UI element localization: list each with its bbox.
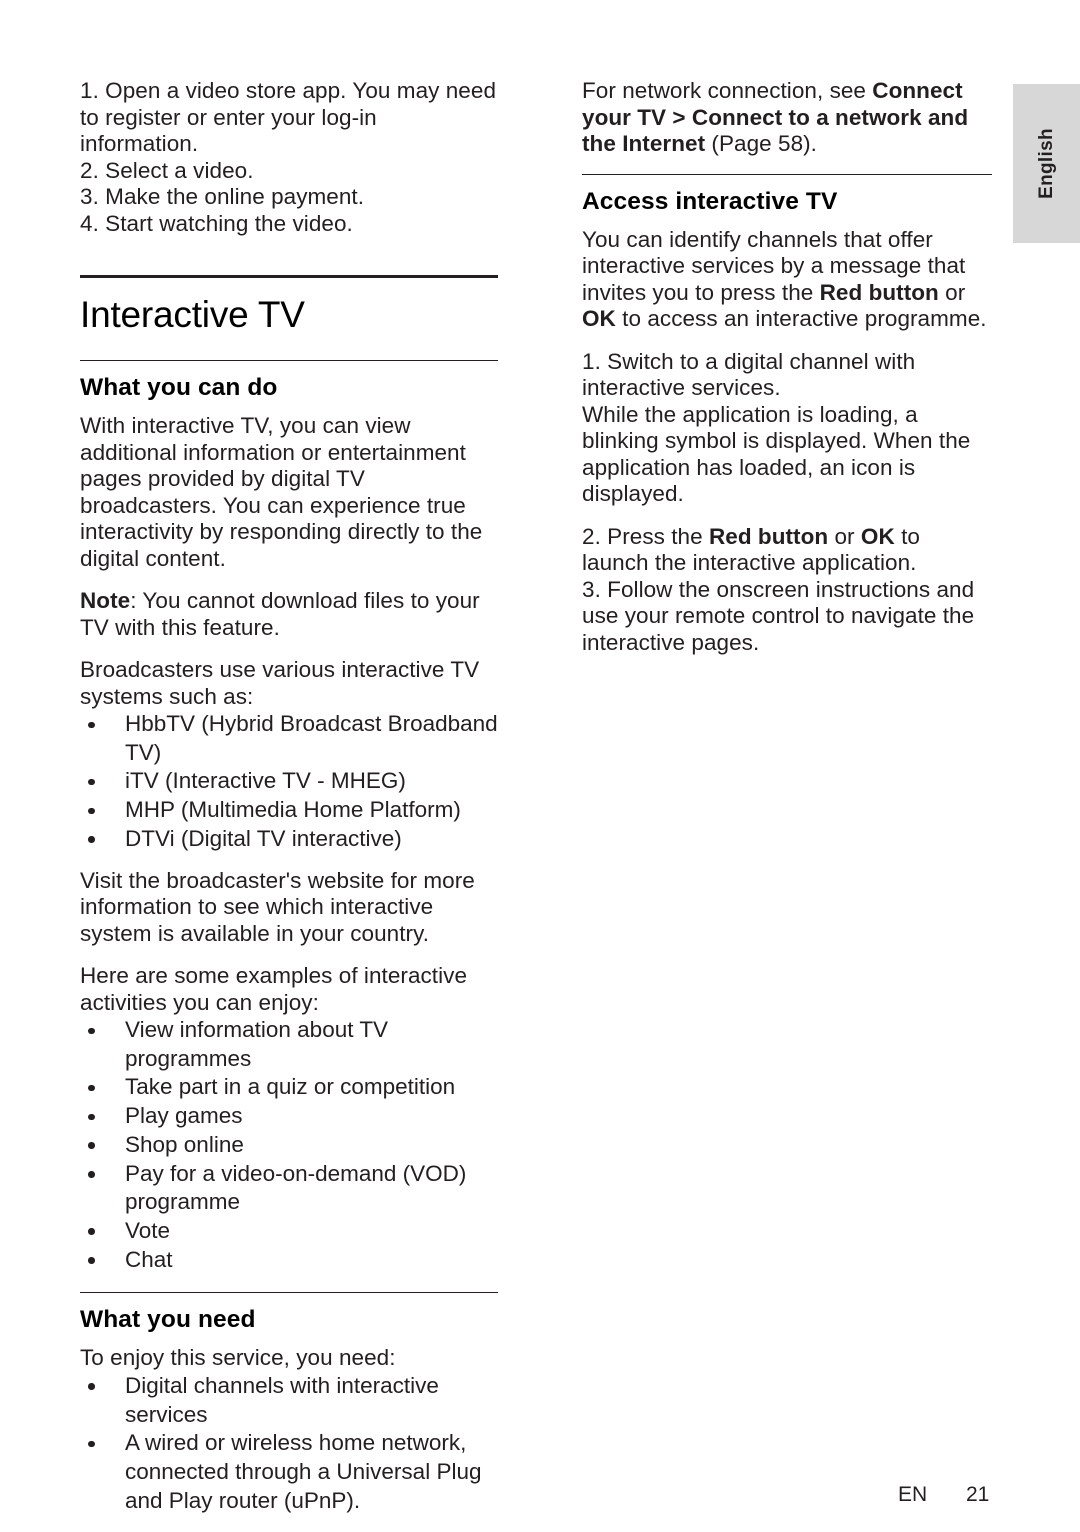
heading-what-you-can-do: What you can do bbox=[80, 374, 278, 401]
list-item-label: Play games bbox=[125, 1103, 243, 1129]
chapter-title: Interactive TV bbox=[80, 294, 305, 335]
list-item: MHP (Multimedia Home Platform) bbox=[80, 796, 498, 825]
list-item: Take part in a quiz or competition bbox=[80, 1073, 498, 1102]
ok-button-term: OK bbox=[860, 523, 895, 549]
list-item: Shop online bbox=[80, 1131, 498, 1160]
list-item-label: Digital channels with interactive servic… bbox=[125, 1372, 439, 1427]
list-item: DTVi (Digital TV interactive) bbox=[80, 825, 498, 854]
list-item: Digital channels with interactive servic… bbox=[80, 1372, 498, 1429]
access-step-2-a: 2. Press the bbox=[582, 523, 709, 549]
bullet-dot-icon bbox=[88, 1383, 95, 1390]
footer-page-number: 21 bbox=[966, 1483, 990, 1506]
network-note-suffix: (Page 58). bbox=[705, 131, 817, 156]
list-item-label: DTVi (Digital TV interactive) bbox=[125, 825, 402, 851]
list-item: iTV (Interactive TV - MHEG) bbox=[80, 767, 498, 796]
network-connection-note: For network connection, see Connect your… bbox=[582, 78, 992, 158]
document-page: English 1. Open a video store app. You m… bbox=[0, 0, 1080, 1532]
access-para-1-c: to access an interactive programme. bbox=[615, 306, 987, 331]
what-you-can-do-para-3: Visit the broadcaster's website for more… bbox=[80, 867, 475, 946]
note-text: : You cannot download files to your TV w… bbox=[80, 588, 480, 640]
bullet-dot-icon bbox=[88, 1228, 95, 1235]
note-paragraph: Note: You cannot download files to your … bbox=[80, 588, 498, 641]
what-you-can-do-para-1: With interactive TV, you can view additi… bbox=[80, 413, 483, 571]
heading-access-interactive-tv: Access interactive TV bbox=[582, 187, 838, 215]
list-item: Play games bbox=[80, 1102, 498, 1131]
note-label: Note bbox=[80, 588, 131, 613]
list-item-label: Vote bbox=[125, 1217, 171, 1243]
list-item: HbbTV (Hybrid Broadcast Broadband TV) bbox=[80, 710, 498, 767]
list-item: Pay for a video-on-demand (VOD) programm… bbox=[80, 1160, 498, 1217]
bullet-dot-icon bbox=[88, 836, 95, 843]
red-button-term: Red button bbox=[708, 523, 829, 549]
list-item: View information about TV programmes bbox=[80, 1016, 498, 1073]
list-item-label: View information about TV programmes bbox=[125, 1017, 389, 1071]
bullet-dot-icon bbox=[88, 778, 95, 786]
footer-language-code: EN bbox=[898, 1483, 928, 1506]
left-column: 1. Open a video store app. You may need … bbox=[80, 78, 498, 1515]
bullet-dot-icon bbox=[88, 1440, 95, 1448]
list-item-label: MHP (Multimedia Home Platform) bbox=[125, 797, 461, 823]
what-you-can-do-para-2: Broadcasters use various interactive TV … bbox=[80, 657, 480, 709]
bullet-dot-icon bbox=[88, 1084, 95, 1092]
list-item-label: Shop online bbox=[125, 1131, 244, 1157]
list-item: Vote bbox=[80, 1217, 498, 1246]
bullet-dot-icon bbox=[88, 721, 95, 728]
access-para-1: You can identify channels that offer int… bbox=[582, 227, 992, 333]
heading-what-you-need: What you need bbox=[80, 1306, 256, 1334]
right-column: For network connection, see Connect your… bbox=[582, 78, 992, 656]
access-para-1-b: or bbox=[938, 279, 966, 305]
intro-step-3: 3. Make the online payment. bbox=[80, 184, 365, 209]
access-step-1: 1. Switch to a digital channel with inte… bbox=[582, 348, 916, 401]
access-step-3: 3. Follow the onscreen instructions and … bbox=[582, 576, 975, 655]
bullet-dot-icon bbox=[88, 1171, 95, 1178]
access-step-1-note: While the application is loading, a blin… bbox=[582, 401, 971, 507]
bullet-dot-icon bbox=[88, 807, 95, 815]
bullet-dot-icon bbox=[88, 1113, 95, 1121]
access-step-2: 2. Press the Red button or OK to launch … bbox=[582, 524, 992, 577]
language-tab-label: English bbox=[1036, 128, 1057, 199]
intro-step-4: 4. Start watching the video. bbox=[80, 210, 353, 236]
list-item-label: Pay for a video-on-demand (VOD) programm… bbox=[125, 1160, 467, 1215]
page-footer: EN 21 bbox=[0, 1482, 1080, 1512]
systems-list: HbbTV (Hybrid Broadcast Broadband TV) iT… bbox=[80, 710, 498, 854]
network-note-prefix: For network connection, see bbox=[582, 78, 873, 103]
language-tab: English bbox=[1013, 84, 1080, 243]
list-item-label: iTV (Interactive TV - MHEG) bbox=[125, 768, 406, 794]
access-step-2-b: or bbox=[828, 523, 861, 549]
bullet-dot-icon bbox=[88, 1027, 95, 1035]
list-item-label: Chat bbox=[125, 1246, 173, 1272]
red-button-term: Red button bbox=[819, 279, 939, 305]
list-item-label: HbbTV (Hybrid Broadcast Broadband TV) bbox=[125, 711, 498, 765]
ok-button-term: OK bbox=[582, 306, 616, 331]
intro-step-2: 2. Select a video. bbox=[80, 157, 254, 183]
intro-step-1: 1. Open a video store app. You may need … bbox=[80, 78, 497, 156]
what-you-can-do-para-4: Here are some examples of interactive ac… bbox=[80, 963, 468, 1015]
activities-list: View information about TV programmes Tak… bbox=[80, 1016, 498, 1274]
what-you-need-intro: To enjoy this service, you need: bbox=[80, 1345, 396, 1371]
list-item: Chat bbox=[80, 1246, 498, 1275]
bullet-dot-icon bbox=[88, 1142, 95, 1149]
bullet-dot-icon bbox=[88, 1257, 95, 1264]
list-item-label: Take part in a quiz or competition bbox=[125, 1074, 456, 1100]
